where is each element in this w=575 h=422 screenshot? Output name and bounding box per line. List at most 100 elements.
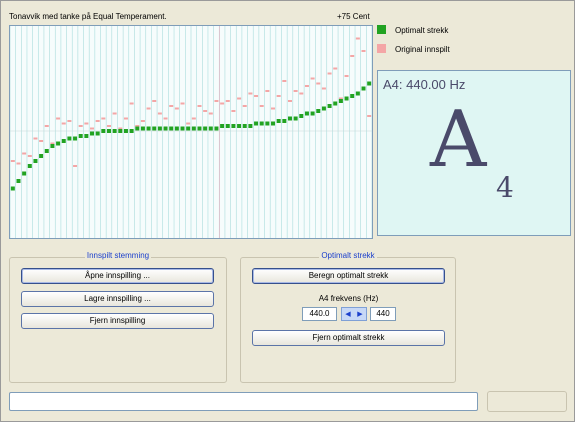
optimal-point xyxy=(276,119,281,123)
original-point xyxy=(287,100,292,102)
optimal-point xyxy=(361,86,366,91)
optimal-point xyxy=(350,94,355,98)
frequency-spinner[interactable]: ◀ ▶ xyxy=(341,307,367,321)
optimal-point xyxy=(112,129,117,133)
optimal-point xyxy=(10,186,15,191)
optimal-point xyxy=(355,91,360,96)
chart-title: Tonavvik med tanke på Equal Temperament. xyxy=(9,12,167,21)
original-point xyxy=(95,120,100,122)
original-point xyxy=(16,162,21,165)
original-point xyxy=(316,82,321,85)
legend-original-label: Original innspilt xyxy=(395,45,450,54)
original-point xyxy=(10,160,15,162)
original-point xyxy=(73,165,78,167)
optimal-point xyxy=(140,126,145,131)
optimal-point xyxy=(191,126,196,131)
original-point xyxy=(44,125,49,127)
optimal-point xyxy=(84,134,89,138)
remove-optimal-button[interactable]: Fjern optimalt strekk xyxy=(252,330,445,346)
original-point xyxy=(84,122,89,125)
original-point xyxy=(333,67,338,70)
original-point xyxy=(321,87,326,90)
a4-frequency-target[interactable]: 440 xyxy=(370,307,396,321)
original-point xyxy=(344,75,349,77)
original-point xyxy=(361,50,366,52)
original-point xyxy=(106,125,111,127)
compute-optimal-button[interactable]: Beregn optimalt strekk xyxy=(252,268,445,284)
original-point xyxy=(259,105,264,107)
optimal-point xyxy=(39,154,44,158)
optimal-point xyxy=(259,121,264,126)
original-point xyxy=(265,90,270,92)
original-point xyxy=(180,102,185,105)
optimal-point xyxy=(333,101,338,106)
optimal-stretch-group: Optimalt strekk Beregn optimalt strekk A… xyxy=(240,251,456,383)
original-point xyxy=(208,112,213,115)
optimal-point xyxy=(304,111,309,116)
optimal-point xyxy=(367,81,372,86)
open-recording-button[interactable]: Åpne innspilling ... xyxy=(21,268,214,284)
original-point xyxy=(78,125,83,127)
a4-frequency-field[interactable]: 440.0 xyxy=(302,307,337,321)
original-point xyxy=(282,80,287,82)
status-panel xyxy=(487,391,567,412)
optimal-point xyxy=(344,96,349,101)
optimal-point xyxy=(174,126,179,131)
original-point xyxy=(22,152,27,155)
original-point xyxy=(203,110,208,112)
note-display: A4: 440.00 Hz A 4 xyxy=(377,70,571,236)
optimal-point xyxy=(146,126,151,131)
optimal-point xyxy=(242,124,247,128)
status-field[interactable] xyxy=(9,392,478,411)
original-point xyxy=(191,117,196,120)
original-point xyxy=(197,105,202,107)
note-frequency: A4: 440.00 Hz xyxy=(383,77,466,92)
original-point xyxy=(27,155,32,157)
optimal-point xyxy=(316,109,321,113)
original-point xyxy=(146,107,151,110)
optimal-point xyxy=(50,144,55,148)
cent-scale-label: +75 Cent xyxy=(337,12,370,21)
original-point xyxy=(276,95,281,97)
optimal-point xyxy=(225,124,230,128)
original-point xyxy=(254,95,259,97)
original-point xyxy=(327,72,332,75)
optimal-point xyxy=(214,126,219,131)
optimal-point xyxy=(287,116,292,121)
optimal-point xyxy=(327,104,332,108)
optimal-point xyxy=(123,129,128,133)
spin-left-icon[interactable]: ◀ xyxy=(345,310,350,318)
original-point xyxy=(163,117,168,120)
save-recording-button[interactable]: Lagre innspilling ... xyxy=(21,291,214,307)
remove-recording-button[interactable]: Fjern innspilling xyxy=(21,313,214,329)
original-point xyxy=(90,127,95,130)
optimal-point xyxy=(321,106,326,111)
note-letter: A xyxy=(430,95,487,185)
spin-right-icon[interactable]: ▶ xyxy=(357,310,362,318)
optimal-point xyxy=(169,126,174,131)
optimal-point xyxy=(67,136,72,141)
original-point xyxy=(169,105,174,107)
optimal-point xyxy=(293,116,298,121)
optimal-point xyxy=(254,121,259,126)
original-point xyxy=(310,77,315,80)
original-point xyxy=(123,117,128,120)
optimal-point xyxy=(135,126,140,131)
optimal-point xyxy=(95,131,100,136)
optimal-point xyxy=(282,119,287,123)
optimal-point xyxy=(237,124,242,128)
original-point xyxy=(152,100,157,102)
original-point xyxy=(293,90,298,92)
optimal-point xyxy=(106,129,111,133)
optimal-stretch-title: Optimalt strekk xyxy=(319,251,377,260)
optimal-point xyxy=(73,136,78,141)
original-point xyxy=(248,92,253,95)
optimal-point xyxy=(61,139,66,143)
original-point xyxy=(129,102,134,105)
legend-original-swatch xyxy=(377,44,386,53)
original-point xyxy=(174,107,179,110)
recorded-tuning-group: Innspilt stemming Åpne innspilling ... L… xyxy=(9,251,227,383)
optimal-point xyxy=(248,124,253,128)
optimal-point xyxy=(208,126,213,131)
original-point xyxy=(225,100,230,102)
